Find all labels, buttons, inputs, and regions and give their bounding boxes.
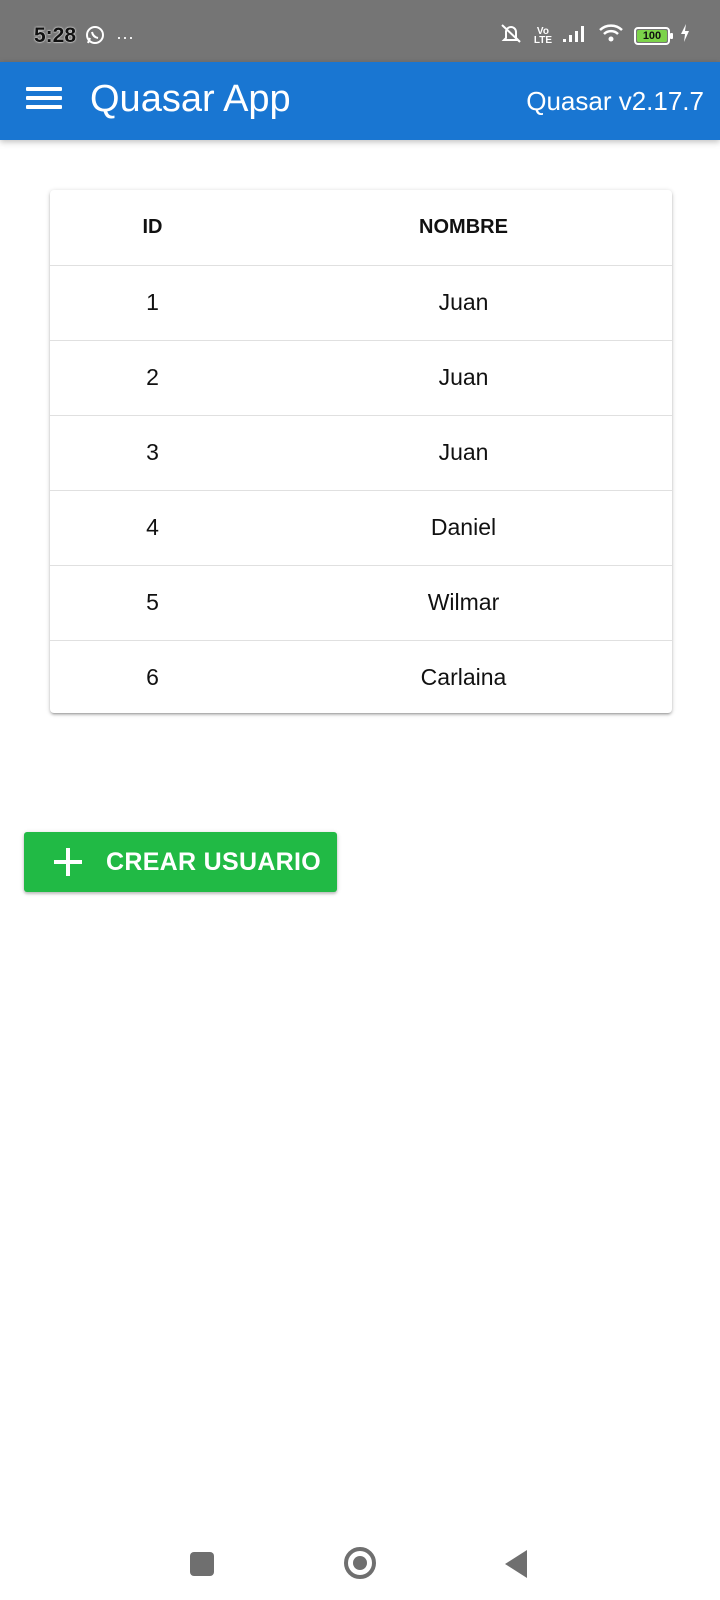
- table-header-row: ID NOMBRE: [50, 190, 672, 266]
- table-row[interactable]: 4 Daniel: [50, 490, 672, 566]
- cell-nombre: Wilmar: [255, 565, 672, 641]
- column-header-nombre[interactable]: NOMBRE: [255, 190, 672, 266]
- status-left-icons: ···: [84, 24, 134, 51]
- cell-nombre: Daniel: [255, 490, 672, 566]
- mute-icon: [498, 22, 524, 49]
- signal-icon: [562, 23, 588, 48]
- table-row[interactable]: 2 Juan: [50, 340, 672, 416]
- column-header-id[interactable]: ID: [50, 190, 255, 266]
- table-row[interactable]: 5 Wilmar: [50, 565, 672, 641]
- battery-icon: 100: [634, 26, 673, 45]
- volte-icon: Vo LTE: [533, 25, 552, 46]
- recents-icon[interactable]: [190, 1552, 214, 1576]
- system-nav-bar: [0, 1530, 720, 1600]
- menu-button[interactable]: [24, 82, 64, 120]
- app-header: Quasar App Quasar v2.17.7: [0, 62, 720, 140]
- table-row[interactable]: 1 Juan: [50, 265, 672, 341]
- back-icon[interactable]: [505, 1550, 527, 1578]
- users-table: ID NOMBRE 1 Juan 2 Juan 3 Juan 4 Daniel: [50, 190, 672, 713]
- app-title: Quasar App: [90, 78, 291, 120]
- home-icon[interactable]: [344, 1547, 376, 1579]
- wifi-icon: [598, 23, 624, 48]
- cell-id: 6: [146, 664, 159, 691]
- cell-nombre: Carlaina: [420, 664, 507, 691]
- app-version: Quasar v2.17.7: [526, 86, 704, 116]
- status-bar: 5:28 ··· Vo LTE 100: [0, 0, 720, 62]
- table-row[interactable]: 3 Juan: [50, 415, 672, 491]
- cell-id: 3: [50, 415, 255, 491]
- more-dots-icon: ···: [116, 27, 134, 47]
- plus-icon: [54, 848, 82, 876]
- cell-nombre: Juan: [255, 265, 672, 341]
- charging-icon: [680, 24, 690, 47]
- cell-id: 5: [50, 565, 255, 641]
- cell-id: 2: [50, 340, 255, 416]
- table-row[interactable]: 6 Carlaina: [50, 640, 672, 713]
- status-right-icons: Vo LTE 100: [498, 22, 690, 49]
- cell-id: 4: [50, 490, 255, 566]
- cell-nombre: Juan: [255, 340, 672, 416]
- status-time: 5:28: [34, 24, 77, 47]
- create-user-label: CREAR USUARIO: [106, 847, 322, 876]
- whatsapp-icon: [84, 24, 106, 51]
- cell-id: 1: [50, 265, 255, 341]
- cell-nombre: Juan: [255, 415, 672, 491]
- create-user-button[interactable]: CREAR USUARIO: [24, 832, 337, 892]
